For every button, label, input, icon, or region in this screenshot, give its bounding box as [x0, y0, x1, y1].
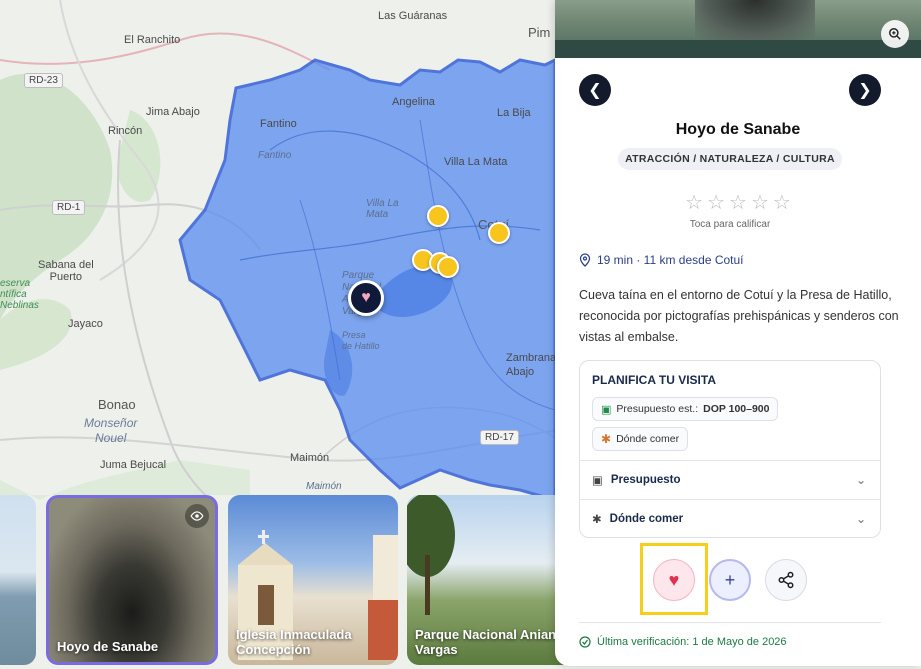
- star-icon[interactable]: ☆: [773, 190, 791, 215]
- map-label-zambrana: Zambrana Abajo: [506, 352, 557, 378]
- fork-knife-icon: ✱: [601, 432, 612, 446]
- plan-visit-title: PLANIFICA TU VISITA: [592, 373, 716, 387]
- place-hero-image: [555, 0, 921, 58]
- eye-icon[interactable]: [185, 504, 209, 528]
- carousel-card[interactable]: [0, 495, 36, 665]
- place-title: Hoyo de Sanabe: [675, 121, 801, 138]
- map-label-angelina: Angelina: [392, 96, 435, 108]
- map-poi-marker[interactable]: [488, 222, 510, 244]
- divider: [579, 622, 881, 623]
- share-icon: [778, 571, 794, 589]
- map-label-fantino: Fantino: [260, 118, 297, 130]
- fork-knife-icon: ✱: [592, 513, 602, 526]
- map-label-sabana-del-puerto: Sabana del Puerto: [38, 259, 94, 283]
- map-label-la-mata-area: Villa La Mata: [366, 198, 399, 220]
- wallet-icon: ▣: [601, 403, 612, 416]
- budget-chip-label: Presupuesto est.:: [616, 403, 699, 415]
- plus-icon: +: [724, 569, 736, 590]
- heart-icon: ♥: [668, 569, 680, 590]
- category-badge: ATRACCIÓN / NATURALEZA / CULTURA: [618, 148, 842, 170]
- distance-text: 19 min · 11 km desde Cotuí: [597, 253, 744, 267]
- heart-icon: ♥: [361, 289, 371, 306]
- map-poi-marker[interactable]: [427, 205, 449, 227]
- distance-info: 19 min · 11 km desde Cotuí: [579, 253, 744, 267]
- chevron-left-icon: ❮: [588, 82, 602, 99]
- check-circle-icon: [579, 636, 591, 648]
- wallet-icon: ▣: [592, 474, 603, 487]
- next-place-button[interactable]: ❯: [849, 74, 881, 106]
- carousel-card[interactable]: Iglesia Inmaculada Concepción: [228, 495, 398, 665]
- carousel-card-title: Iglesia Inmaculada Concepción: [236, 627, 352, 657]
- accordion-food[interactable]: ✱ Dónde comer ⌄: [580, 499, 880, 537]
- chevron-down-icon: ⌄: [855, 472, 866, 487]
- verification-status: Última verificación: 1 de Mayo de 2026: [579, 636, 787, 648]
- location-pin-icon: [579, 253, 591, 267]
- map-label-maimon: Maimón: [290, 452, 330, 464]
- verification-text: Última verificación: 1 de Mayo de 2026: [597, 636, 787, 648]
- place-detail-panel: ❮ ❯ Hoyo de Sanabe ATRACCIÓN / NATURALEZ…: [555, 0, 921, 666]
- map-label-el-ranchito: El Ranchito: [124, 34, 181, 46]
- budget-chip-value: DOP 100–900: [703, 403, 770, 415]
- map-poi-marker[interactable]: [437, 256, 459, 278]
- chevron-down-icon: ⌄: [855, 511, 866, 526]
- rating-hint: Toca para calificar: [689, 219, 771, 230]
- accordion-food-label: Dónde comer: [609, 512, 684, 525]
- food-chip[interactable]: ✱ Dónde comer: [592, 427, 689, 451]
- map-label-juma-bejucal: Juma Bejucal: [100, 459, 167, 471]
- food-chip-label: Dónde comer: [616, 433, 680, 445]
- map-label-villa-la-mata: Villa La Mata: [444, 156, 508, 168]
- carousel-card-title: Hoyo de Sanabe: [57, 639, 159, 654]
- map-label-pim: Pim: [528, 25, 551, 40]
- rating-stars[interactable]: ☆ ☆ ☆ ☆ ☆: [555, 190, 921, 215]
- accordion-budget[interactable]: ▣ Presupuesto ⌄: [580, 460, 880, 498]
- road-shield-rd23: RD-23: [24, 73, 63, 88]
- road-shield-rd17: RD-17: [480, 430, 519, 445]
- chevron-right-icon: ❯: [858, 82, 872, 99]
- add-to-plan-button[interactable]: +: [709, 559, 751, 601]
- budget-chip[interactable]: ▣ Presupuesto est.: DOP 100–900: [592, 397, 779, 421]
- carousel-card[interactable]: Parque Nacional Aniana Vargas: [407, 495, 577, 665]
- selected-place-marker[interactable]: ♥: [348, 280, 384, 316]
- map-label-jima-abajo: Jima Abajo: [146, 106, 200, 118]
- map-label-la-bija: La Bija: [497, 107, 531, 119]
- carousel-card-active[interactable]: Hoyo de Sanabe: [46, 495, 218, 665]
- map-label-jayaco: Jayaco: [68, 318, 103, 330]
- carousel-card-title: Parque Nacional Aniana Vargas: [415, 627, 564, 657]
- favorite-button[interactable]: ♥: [653, 559, 695, 601]
- previous-place-button[interactable]: ❮: [579, 74, 611, 106]
- map-label-las-guaranas: Las Guáranas: [378, 10, 448, 22]
- zoom-in-icon[interactable]: [881, 20, 909, 48]
- star-icon[interactable]: ☆: [729, 190, 747, 215]
- place-description: Cueva taína en el entorno de Cotuí y la …: [579, 288, 899, 344]
- map-label-maimon-area: Maimón: [306, 481, 342, 492]
- map-label-fantino-area: Fantino: [258, 150, 292, 161]
- star-icon[interactable]: ☆: [707, 190, 725, 215]
- share-button[interactable]: [765, 559, 807, 601]
- star-icon[interactable]: ☆: [685, 190, 703, 215]
- map-label-presa: Presa de Hatillo: [342, 330, 380, 351]
- map-label-bonao: Bonao: [98, 397, 136, 412]
- road-shield-rd1: RD-1: [52, 200, 86, 215]
- map-label-reserva: eserva ntífica Neblinas: [0, 278, 39, 311]
- plan-visit-card: PLANIFICA TU VISITA ▣ Presupuesto est.: …: [579, 360, 881, 538]
- map-label-rincon: Rincón: [108, 125, 143, 137]
- map-label-monsenor-nouel: Monseñor Nouel: [84, 416, 138, 445]
- star-icon[interactable]: ☆: [751, 190, 769, 215]
- accordion-budget-label: Presupuesto: [610, 473, 681, 486]
